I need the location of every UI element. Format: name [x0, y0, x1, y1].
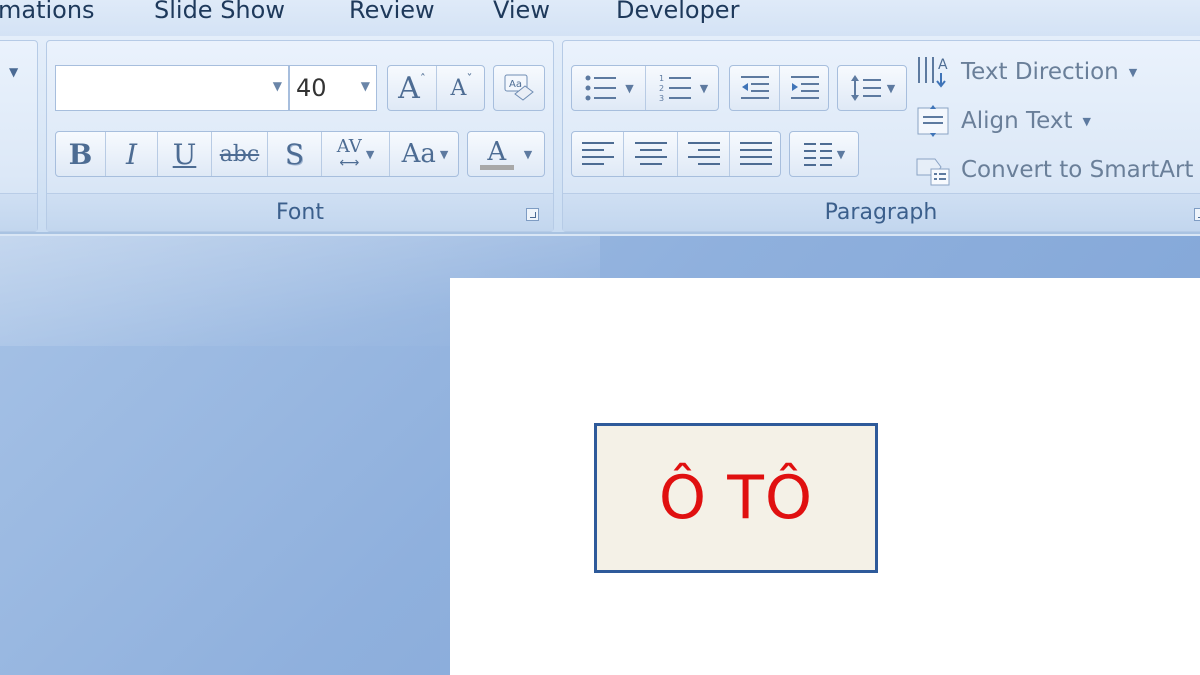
numbering-button[interactable]: 1 2 3 ▼ [646, 66, 720, 110]
paragraph-group: ▼ 1 2 3 ▼ ▼ ▼ A Text Direction ▼ Align T… [562, 40, 1200, 232]
bullets-button[interactable]: ▼ [572, 66, 646, 110]
font-size-buttons: A ˆ A ˇ [387, 65, 485, 111]
italic-button[interactable]: I [106, 132, 158, 176]
line-spacing-icon [850, 75, 881, 101]
text-shadow-button[interactable]: S [268, 132, 322, 176]
chevron-down-icon[interactable]: ▼ [361, 79, 370, 93]
align-text-icon [917, 105, 949, 137]
line-spacing-button[interactable]: ▼ [837, 65, 907, 111]
font-name-combobox[interactable]: ▼ [55, 65, 289, 111]
align-right-icon [687, 142, 720, 165]
grow-font-button[interactable]: A ˆ [388, 66, 437, 110]
ribbon-group-previous: ▼ [0, 40, 38, 232]
paragraph-group-label: Paragraph [824, 200, 938, 225]
align-text-button[interactable]: Align Text ▼ [915, 104, 1091, 138]
dropdown-caret-icon[interactable]: ▼ [9, 65, 18, 79]
text-direction-button[interactable]: A Text Direction ▼ [915, 55, 1137, 89]
align-left-icon [581, 142, 614, 165]
svg-text:3: 3 [659, 94, 664, 103]
underline-icon: U [172, 137, 197, 171]
svg-text:Aa: Aa [509, 79, 522, 90]
eraser-icon: Aa [504, 74, 534, 101]
smartart-icon [916, 158, 950, 186]
columns-icon [803, 143, 832, 166]
svg-text:A: A [938, 57, 948, 73]
change-case-icon: Aa [401, 139, 436, 169]
slide-textbox[interactable]: Ô TÔ [594, 423, 878, 573]
font-dialog-launcher-icon[interactable] [526, 208, 539, 221]
increase-indent-button[interactable] [780, 66, 830, 110]
align-text-label: Align Text [961, 108, 1073, 134]
font-size-value: 40 [296, 74, 327, 102]
group-label-bar [0, 193, 37, 231]
bold-button[interactable]: B [56, 132, 106, 176]
textbox-text[interactable]: Ô TÔ [659, 463, 813, 533]
ribbon: ▼ ▼ 40 ▼ A ˆ A ˇ Aa B I U abc S AV ⟷ ▼ A… [0, 36, 1200, 234]
chevron-down-icon[interactable]: ▼ [273, 79, 282, 93]
tab-animations[interactable]: mations [0, 0, 95, 24]
paragraph-group-label-bar: Paragraph [563, 193, 1200, 231]
clear-formatting-button[interactable]: Aa [493, 65, 545, 111]
font-group-label: Font [276, 200, 324, 225]
increase-indent-icon [791, 76, 819, 99]
alignment-buttons [571, 131, 781, 177]
font-size-combobox[interactable]: 40 ▼ [289, 65, 377, 111]
numbering-icon: 1 2 3 [659, 74, 691, 103]
shrink-font-icon: A [450, 75, 467, 101]
tab-view[interactable]: View [493, 0, 550, 24]
text-shadow-icon: S [284, 137, 305, 171]
change-case-button[interactable]: Aa ▼ [390, 132, 460, 176]
text-direction-label: Text Direction [961, 59, 1119, 85]
convert-to-smartart-button[interactable]: Convert to SmartArt ▼ [915, 153, 1200, 187]
font-color-button[interactable]: A ▼ [467, 131, 545, 177]
bullets-icon [585, 75, 617, 101]
justify-icon [740, 142, 772, 165]
convert-smartart-label: Convert to SmartArt [961, 157, 1194, 183]
font-group-label-bar: Font [47, 193, 553, 231]
character-spacing-button[interactable]: AV ⟷ ▼ [322, 132, 390, 176]
ribbon-tab-bar: mations Slide Show Review View Developer [0, 0, 1200, 38]
svg-text:2: 2 [659, 84, 664, 93]
underline-button[interactable]: U [158, 132, 212, 176]
font-format-buttons: B I U abc S AV ⟷ ▼ Aa ▼ [55, 131, 459, 177]
align-center-button[interactable] [624, 132, 678, 176]
bold-icon: B [68, 137, 93, 171]
strikethrough-button[interactable]: abc [212, 132, 268, 176]
list-buttons: ▼ 1 2 3 ▼ [571, 65, 719, 111]
grow-font-icon: A [398, 70, 420, 106]
align-right-button[interactable] [678, 132, 730, 176]
strikethrough-icon: abc [219, 141, 260, 167]
italic-icon: I [125, 137, 138, 171]
text-direction-icon: A [918, 57, 948, 88]
justify-button[interactable] [730, 132, 782, 176]
decrease-indent-button[interactable] [730, 66, 780, 110]
align-left-button[interactable] [572, 132, 624, 176]
decrease-indent-icon [740, 76, 769, 99]
svg-text:1: 1 [659, 74, 664, 83]
shrink-font-button[interactable]: A ˇ [437, 66, 486, 110]
character-spacing-icon: AV [336, 136, 362, 157]
tab-developer[interactable]: Developer [616, 0, 739, 24]
align-center-icon [634, 142, 667, 165]
paragraph-dialog-launcher-icon[interactable] [1194, 208, 1200, 221]
indent-buttons [729, 65, 829, 111]
tab-review[interactable]: Review [349, 0, 435, 24]
tab-slide-show[interactable]: Slide Show [154, 0, 285, 24]
font-color-icon: A [487, 136, 507, 167]
font-group: ▼ 40 ▼ A ˆ A ˇ Aa B I U abc S AV ⟷ ▼ Aa … [46, 40, 554, 232]
font-color-swatch [479, 164, 514, 170]
columns-button[interactable]: ▼ [789, 131, 859, 177]
